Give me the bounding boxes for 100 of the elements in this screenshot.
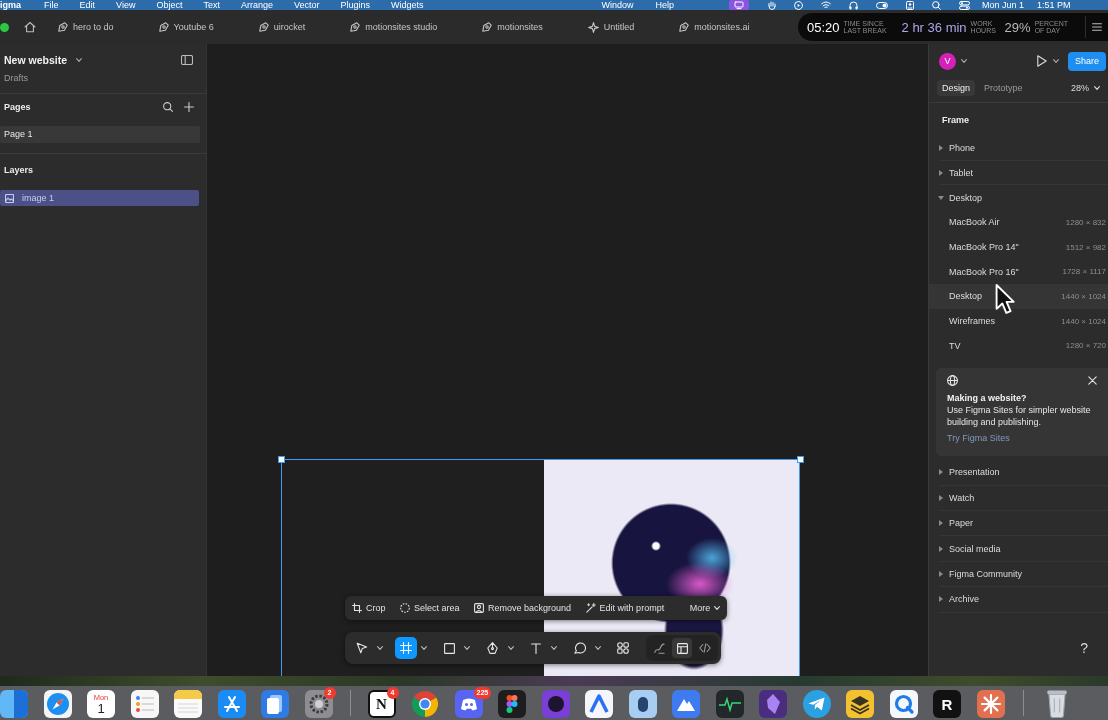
compass-icon[interactable] <box>43 690 72 718</box>
caret-icon[interactable] <box>939 169 943 176</box>
frame-preset-group[interactable]: Desktop <box>939 185 1108 211</box>
caret-icon[interactable] <box>507 646 514 650</box>
page-item[interactable]: Page 1 <box>0 126 200 143</box>
close-icon[interactable] <box>1088 376 1097 386</box>
frame-preset-group[interactable]: Social media <box>939 536 1108 562</box>
toggle-icon[interactable] <box>876 1 889 9</box>
menu-item[interactable]: Widgets <box>391 0 424 10</box>
file-name[interactable]: New website <box>4 54 68 66</box>
layers-icon[interactable] <box>846 690 874 718</box>
menu-item[interactable]: Plugins <box>340 0 370 10</box>
caret-icon[interactable] <box>551 646 557 650</box>
gear-icon[interactable] <box>304 690 333 718</box>
wifi-icon[interactable] <box>821 1 832 9</box>
letter-tile-icon[interactable]: R <box>933 690 961 718</box>
frame-preset-item[interactable]: MacBook Pro 14" 1512 × 982 <box>929 234 1108 260</box>
asterisk-icon[interactable] <box>976 690 1005 718</box>
menu-item[interactable]: View <box>116 0 136 10</box>
caret-icon[interactable] <box>939 596 943 603</box>
traffic-light-icon[interactable] <box>0 22 9 32</box>
search-icon[interactable] <box>163 102 173 112</box>
caret-icon[interactable] <box>1053 59 1059 63</box>
menu-item[interactable]: Help <box>655 0 675 10</box>
caret-icon[interactable] <box>938 195 944 200</box>
capsule-icon[interactable] <box>628 690 657 718</box>
panel-toggle-icon[interactable] <box>181 55 193 65</box>
mountain-icon[interactable] <box>672 690 700 718</box>
help-button[interactable]: ? <box>1080 640 1088 656</box>
ring-icon[interactable] <box>889 690 918 718</box>
checklist-icon[interactable] <box>130 690 159 718</box>
file-tab[interactable]: uirocket <box>238 15 326 39</box>
edit-with-prompt-button[interactable]: Edit with prompt <box>581 600 669 616</box>
menu-item[interactable]: Text <box>203 0 220 10</box>
resize-handle[interactable] <box>278 456 285 463</box>
plus-icon[interactable] <box>184 102 194 112</box>
frame-preset-group[interactable]: Phone <box>939 136 1108 161</box>
layer-item[interactable]: image 1 <box>0 190 199 206</box>
more-button[interactable]: More <box>685 600 725 616</box>
paper-plane-icon[interactable] <box>802 690 831 718</box>
screen-share-icon[interactable] <box>729 0 750 10</box>
caret-icon[interactable] <box>961 59 967 63</box>
stacked-cards-icon[interactable] <box>261 690 289 718</box>
frame-preset-group[interactable]: Paper <box>939 510 1108 537</box>
menu-item[interactable]: File <box>44 0 59 10</box>
caret-icon[interactable] <box>420 646 427 650</box>
frame-preset-group[interactable]: Watch <box>939 485 1108 511</box>
menu-item[interactable]: Window <box>601 0 634 10</box>
resize-handle[interactable] <box>797 456 804 463</box>
select-area-button[interactable]: Select area <box>396 600 464 616</box>
frame-preset-group[interactable]: Archive <box>939 587 1108 613</box>
try-sites-link[interactable]: Try Figma Sites <box>947 432 1010 445</box>
menu-item[interactable]: Edit <box>79 0 96 10</box>
menu-item[interactable]: Vector <box>293 0 320 10</box>
design-mode-button[interactable] <box>672 638 692 658</box>
caret-icon[interactable] <box>939 494 943 501</box>
home-icon[interactable] <box>24 21 36 33</box>
frame-preset-group[interactable]: Presentation <box>939 460 1108 486</box>
frame-preset-item[interactable]: Desktop 1440 × 1024 <box>929 284 1108 309</box>
id-badge-icon[interactable] <box>906 0 915 10</box>
menu-icon[interactable] <box>1092 23 1102 31</box>
caret-icon[interactable] <box>464 646 470 650</box>
crossed-strokes-icon[interactable] <box>217 690 246 718</box>
caret-icon[interactable] <box>939 545 943 552</box>
remove-background-button[interactable]: Remove background <box>470 600 576 616</box>
frame-preset-item[interactable]: MacBook Air 1280 × 832 <box>929 210 1108 235</box>
menu-item[interactable]: Arrange <box>240 0 273 10</box>
frame-preset-item[interactable]: TV 1280 × 720 <box>929 333 1108 359</box>
caret-icon[interactable] <box>594 646 601 650</box>
frame-preset-group[interactable]: Tablet <box>939 160 1108 186</box>
gem-icon[interactable] <box>759 690 787 718</box>
search-icon[interactable] <box>932 0 942 10</box>
caret-icon[interactable] <box>939 144 943 151</box>
frame-preset-item[interactable]: MacBook Pro 16" 1728 × 1117 <box>929 259 1108 285</box>
frame-preset-group[interactable]: Figma Community <box>939 561 1108 588</box>
file-tab[interactable]: motionsites.ai <box>659 15 770 39</box>
crop-button[interactable]: Crop <box>348 600 390 616</box>
menu-bar-time[interactable]: 1:51 PM <box>1037 0 1071 10</box>
circle-emblem-icon[interactable] <box>541 690 570 718</box>
menu-item[interactable]: Object <box>156 0 183 10</box>
panel-tab[interactable]: Prototype <box>979 80 1028 96</box>
app-menu[interactable]: igma <box>0 0 21 10</box>
caret-icon[interactable] <box>377 646 383 650</box>
two-tone-tile-icon[interactable] <box>0 690 28 718</box>
file-tab[interactable]: motionsites studio <box>330 15 458 39</box>
frame-tool[interactable] <box>394 637 417 659</box>
user-avatar[interactable]: V <box>939 52 956 70</box>
play-circle-icon[interactable] <box>794 0 804 10</box>
file-tab[interactable]: motionsites <box>462 15 563 39</box>
hand-icon[interactable] <box>767 0 777 10</box>
colored-dots-icon[interactable] <box>498 690 526 718</box>
tricolor-circle-icon[interactable] <box>411 690 439 718</box>
caret-icon[interactable] <box>76 58 83 62</box>
zoom-menu[interactable]: 28% <box>1071 83 1100 93</box>
file-tab[interactable]: Youtube 6 <box>138 15 234 39</box>
arch-icon[interactable] <box>585 690 613 718</box>
play-icon[interactable] <box>1037 55 1047 67</box>
switches-icon[interactable] <box>959 0 971 10</box>
caret-icon[interactable] <box>939 469 943 476</box>
file-tab[interactable]: Untitled <box>567 15 655 39</box>
